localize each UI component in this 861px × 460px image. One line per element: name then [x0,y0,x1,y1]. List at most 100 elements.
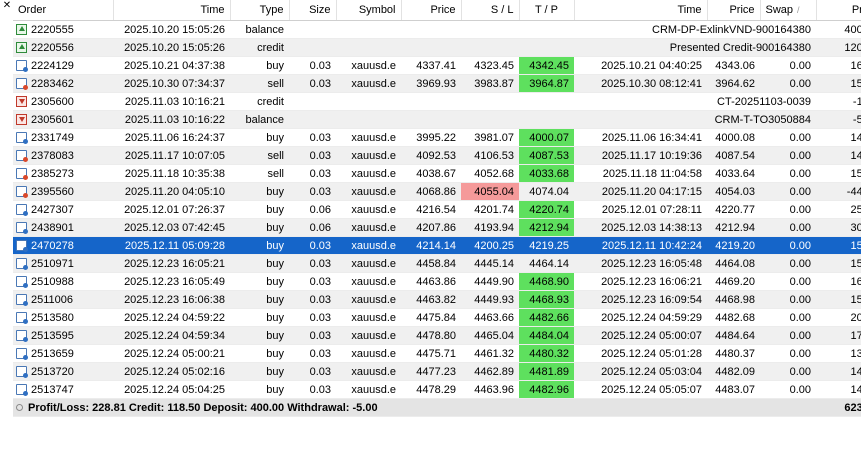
open-time-cell: 2025.11.03 10:16:21 [113,92,230,111]
summary-cell: Profit/Loss: 228.81 Credit: 118.50 Depos… [13,398,816,417]
table-row[interactable]: 2220555 2025.10.20 15:05:26 balance CRM-DP-… [13,20,861,39]
table-row[interactable]: 2470278 2025.12.11 05:09:28 buy 0.03 xauusd.… [13,236,861,255]
order-cell: 2513659 [13,344,113,363]
col-time[interactable]: Time [113,0,231,21]
summary-icon [16,403,23,411]
table-row[interactable]: 2385273 2025.11.18 10:35:38 sell 0.03 xauusd… [13,164,861,183]
symbol-cell: xauusd.e [336,290,401,309]
col-order[interactable]: Order [13,0,114,21]
table-row[interactable]: 2510988 2025.12.23 16:05:49 buy 0.03 xauusd.… [13,272,861,291]
table-row[interactable]: 2513595 2025.12.24 04:59:34 buy 0.03 xauusd.… [13,326,861,345]
table-row[interactable]: 2331749 2025.11.06 16:24:37 buy 0.03 xauusd.… [13,128,861,147]
table-row[interactable]: 2438901 2025.12.03 07:42:45 buy 0.06 xauusd.… [13,218,861,237]
table-row[interactable]: 2513747 2025.12.24 05:04:25 buy 0.03 xauusd.… [13,380,861,399]
take-profit-cell: 4219.25 [519,236,574,255]
table-row[interactable]: 2395560 2025.11.20 04:05:10 buy 0.03 xauusd.… [13,182,861,201]
stop-loss-cell: 4055.04 [461,182,519,201]
close-time-cell: 2025.12.24 04:59:29 [574,308,707,327]
col-sl[interactable]: S / L [461,0,520,21]
buy-order-icon [16,275,28,288]
close-price-cell: 4483.07 [707,380,760,399]
sell-order-icon [16,77,28,90]
profit-cell: -5.00 [816,110,861,129]
table-row[interactable]: 2220556 2025.10.20 15:05:26 credit Presente… [13,38,861,57]
symbol-cell: xauusd.e [336,362,401,381]
profit-cell: 14.58 [816,362,861,381]
order-number: 2513595 [31,329,74,342]
type-cell: buy [230,272,289,291]
open-price-cell: 4092.53 [401,146,461,165]
table-row[interactable]: 2224129 2025.10.21 04:37:38 buy 0.03 xauusd.… [13,56,861,75]
profit-cell: 15.72 [816,254,861,273]
buy-order-icon [16,383,28,396]
close-icon[interactable]: ✕ [2,1,12,11]
history-rows: 2220555 2025.10.20 15:05:26 balance CRM-DP-… [13,20,861,399]
close-price-cell: 4087.54 [707,146,760,165]
col-symbol[interactable]: Symbol [336,0,402,21]
table-row[interactable]: 2511006 2025.12.23 16:06:38 buy 0.03 xauusd.… [13,290,861,309]
table-row[interactable]: 2513720 2025.12.24 05:02:16 buy 0.03 xauusd.… [13,362,861,381]
size-cell: 0.03 [289,146,336,165]
symbol-cell: xauusd.e [336,254,401,273]
summary-row: Profit/Loss: 228.81 Credit: 118.50 Depos… [13,398,861,417]
open-price-cell: 4477.23 [401,362,461,381]
type-cell: buy [230,128,289,147]
order-number: 2513580 [31,311,74,324]
symbol-cell: xauusd.e [336,182,401,201]
type-cell: credit [230,92,289,111]
close-price-cell: 4464.08 [707,254,760,273]
symbol-cell: xauusd.e [336,200,401,219]
table-row[interactable]: 2378083 2025.11.17 10:07:05 sell 0.03 xauusd… [13,146,861,165]
open-time-cell: 2025.12.24 05:02:16 [113,362,230,381]
col-tp[interactable]: T / P [519,0,575,21]
col-size[interactable]: Size [289,0,337,21]
profit-cell: 13.98 [816,344,861,363]
profit-cell: 120.00 [816,38,861,57]
close-price-cell: 4480.37 [707,344,760,363]
type-cell: buy [230,200,289,219]
size-cell: 0.03 [289,182,336,201]
stop-loss-cell: 4465.04 [461,326,519,345]
symbol-cell: xauusd.e [336,74,401,93]
col-swap[interactable]: Swap / [760,0,817,21]
take-profit-cell: 4074.04 [519,182,574,201]
sell-order-icon [16,185,28,198]
col-price[interactable]: Price [401,0,462,21]
symbol-cell: xauusd.e [336,272,401,291]
table-row[interactable]: 2513659 2025.12.24 05:00:21 buy 0.03 xauusd.… [13,344,861,363]
close-time-cell: 2025.12.01 07:28:11 [574,200,707,219]
profit-cell: 25.38 [816,200,861,219]
stop-loss-cell: 4052.68 [461,164,519,183]
close-time-cell: 2025.12.23 16:05:48 [574,254,707,273]
take-profit-cell: 4033.68 [519,164,574,183]
type-cell: credit [230,38,289,57]
table-row[interactable]: 2427307 2025.12.01 07:26:37 buy 0.06 xauusd.… [13,200,861,219]
take-profit-cell: 4468.93 [519,290,574,309]
table-row[interactable]: 2305601 2025.11.03 10:16:22 balance CRM-T-T… [13,110,861,129]
profit-cell: 20.52 [816,308,861,327]
close-time-cell: 2025.12.24 05:03:04 [574,362,707,381]
table-row[interactable]: 2305600 2025.11.03 10:16:21 credit CT-20251… [13,92,861,111]
col-type[interactable]: Type [230,0,290,21]
sell-order-icon [16,149,28,162]
table-row[interactable]: 2510971 2025.12.23 16:05:21 buy 0.03 xauusd.… [13,254,861,273]
swap-cell: 0.00 [760,362,816,381]
swap-cell: 0.00 [760,254,816,273]
col-close-time[interactable]: Time [574,0,708,21]
open-time-cell: 2025.11.03 10:16:22 [113,110,230,129]
swap-cell: 0.00 [760,182,816,201]
order-cell: 2283462 [13,74,113,93]
symbol-cell: xauusd.e [336,146,401,165]
table-row[interactable]: 2513580 2025.12.24 04:59:22 buy 0.03 xauusd.… [13,308,861,327]
open-time-cell: 2025.12.24 05:04:25 [113,380,230,399]
col-close-price[interactable]: Price [707,0,761,21]
profit-cell: 15.09 [816,164,861,183]
table-row[interactable]: 2283462 2025.10.30 07:34:37 sell 0.03 xauusd… [13,74,861,93]
open-price-cell: 3969.93 [401,74,461,93]
col-profit[interactable]: Profit [816,0,861,21]
close-time-cell: 2025.12.23 16:09:54 [574,290,707,309]
open-price-cell: 4463.82 [401,290,461,309]
size-cell: 0.03 [289,56,336,75]
close-price-cell: 4469.20 [707,272,760,291]
open-time-cell: 2025.12.24 04:59:22 [113,308,230,327]
